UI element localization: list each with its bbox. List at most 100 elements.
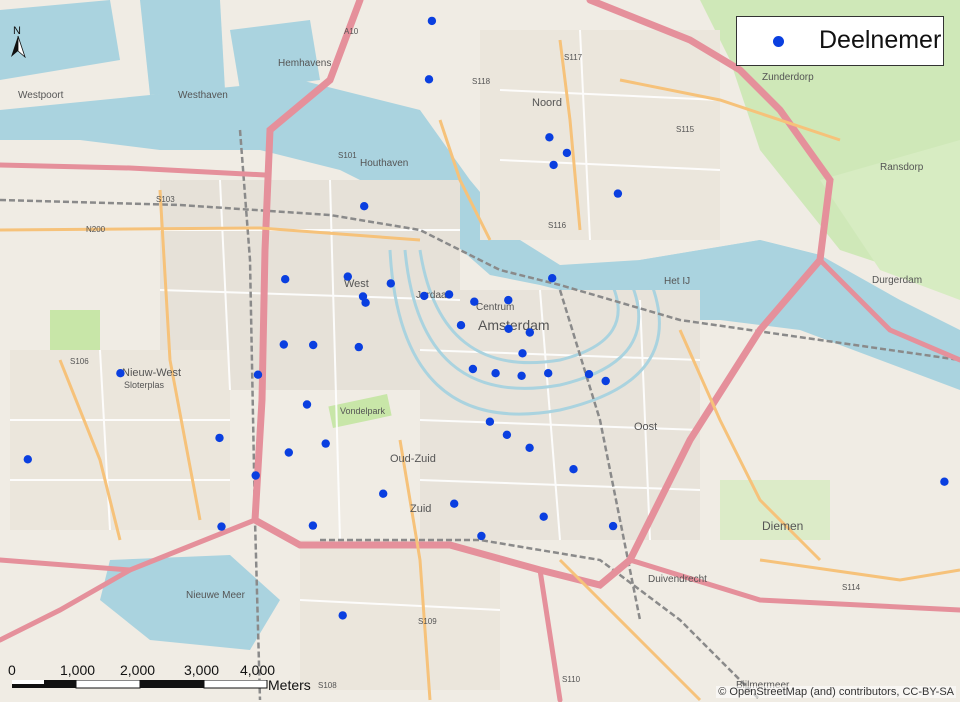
label-s117: S117 — [564, 53, 583, 62]
scale-bar-graphic — [12, 680, 268, 689]
participant-marker — [215, 433, 224, 443]
participant-marker — [424, 75, 434, 84]
participant-marker — [548, 274, 557, 283]
participant-marker — [217, 522, 226, 531]
participant-marker — [338, 611, 347, 620]
participant-marker — [485, 417, 495, 426]
scale-tick-0: 0 — [8, 662, 16, 678]
participant-marker — [284, 448, 293, 457]
participant-marker — [116, 369, 125, 378]
label-diemen: Diemen — [762, 519, 803, 533]
label-n200: N200 — [86, 225, 106, 234]
participant-marker — [584, 370, 594, 379]
participant-marker — [23, 455, 32, 464]
label-hemhavens: Hemhavens — [278, 58, 331, 69]
participant-marker — [379, 489, 388, 498]
label-zuid: Zuid — [410, 503, 431, 515]
participant-marker — [470, 297, 479, 306]
label-westhaven: Westhaven — [178, 90, 228, 101]
label-houthaven: Houthaven — [360, 158, 408, 169]
scale-tick-2000: 2,000 — [120, 662, 156, 678]
participant-marker — [518, 349, 527, 358]
participant-marker — [525, 443, 534, 452]
label-a10: A10 — [344, 27, 359, 36]
label-westpoort: Westpoort — [18, 90, 64, 101]
participant-marker — [308, 521, 318, 530]
label-s118: S118 — [472, 77, 491, 86]
harbour-hemhavens — [140, 0, 225, 95]
participant-marker — [444, 290, 454, 299]
label-s114: S114 — [842, 583, 861, 592]
participant-marker — [468, 364, 478, 374]
label-oost: Oost — [634, 421, 657, 433]
label-s110: S110 — [562, 675, 581, 684]
label-nieuwe-meer: Nieuwe Meer — [186, 590, 246, 601]
participant-marker — [360, 202, 369, 211]
participant-marker — [539, 512, 548, 521]
harbour-basin — [230, 20, 320, 90]
label-s109: S109 — [418, 617, 437, 626]
participant-marker — [456, 321, 466, 330]
legend-label: Deelnemer — [819, 26, 942, 54]
scale-bar: 0 1,000 2,000 3,000 4,000 Meters — [8, 660, 338, 700]
north-arrow-label: N — [13, 25, 21, 37]
participant-marker — [354, 342, 363, 352]
participant-marker — [477, 531, 486, 541]
map-viewport[interactable]: Amsterdam Centrum Noord West Nieuw-West … — [0, 0, 960, 702]
participant-marker — [450, 499, 459, 508]
participant-marker — [504, 295, 513, 305]
scale-tick-1000: 1,000 — [60, 662, 96, 678]
urban-noord — [480, 30, 720, 240]
label-zunderdorp: Zunderdorp — [762, 72, 814, 83]
label-ransdorp: Ransdorp — [880, 162, 924, 173]
label-vondelpark: Vondelpark — [340, 406, 386, 416]
scale-unit: Meters — [268, 677, 311, 693]
participant-marker — [302, 400, 312, 409]
base-map: Amsterdam Centrum Noord West Nieuw-West … — [0, 0, 960, 702]
participant-marker — [427, 16, 437, 26]
participant-marker — [281, 275, 290, 284]
participant-marker — [601, 376, 610, 386]
participant-marker — [940, 477, 949, 486]
scale-tick-4000: 4,000 — [240, 662, 276, 678]
participant-marker — [517, 371, 526, 380]
participant-marker — [386, 279, 395, 288]
participant-marker — [545, 133, 554, 142]
label-ij: Het IJ — [664, 276, 690, 287]
participant-marker — [613, 189, 623, 198]
participant-marker — [253, 370, 263, 379]
participant-marker — [279, 340, 288, 349]
label-noord: Noord — [532, 97, 562, 109]
label-duivendrecht: Duivendrecht — [648, 574, 707, 585]
north-arrow-icon: N — [11, 25, 26, 59]
label-durgerdam: Durgerdam — [872, 275, 922, 286]
participant-marker — [361, 298, 370, 307]
label-s106: S106 — [70, 357, 89, 366]
label-oud-zuid: Oud-Zuid — [390, 453, 436, 465]
participant-marker — [309, 340, 318, 350]
legend-marker — [773, 36, 784, 47]
legend: Deelnemer — [736, 16, 944, 66]
sloterpark-green — [50, 310, 100, 350]
participant-marker — [321, 439, 330, 448]
participant-marker — [502, 430, 512, 439]
participant-marker — [343, 272, 352, 281]
label-s103: S103 — [156, 195, 175, 204]
north-arrow: N — [8, 24, 28, 59]
participant-marker — [420, 291, 429, 301]
participant-marker — [544, 369, 553, 378]
participant-marker — [569, 465, 578, 474]
participant-marker — [549, 160, 558, 170]
scale-tick-3000: 3,000 — [184, 662, 220, 678]
participant-marker — [504, 324, 513, 333]
participant-marker — [562, 148, 572, 158]
participant-marker — [251, 471, 260, 480]
map-attribution: © OpenStreetMap (and) contributors, CC-B… — [716, 686, 956, 698]
label-s116: S116 — [548, 221, 567, 230]
participant-marker — [491, 369, 500, 378]
label-nieuw-west: Nieuw-West — [122, 367, 181, 379]
label-s101: S101 — [338, 151, 357, 160]
label-amsterdam: Amsterdam — [478, 317, 550, 333]
participant-marker — [608, 521, 618, 531]
label-sloterplas: Sloterplas — [124, 380, 165, 390]
